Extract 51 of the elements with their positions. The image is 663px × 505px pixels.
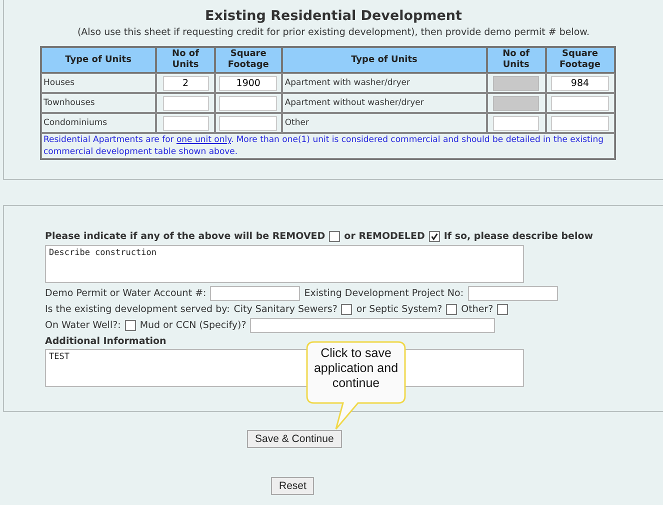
option-label: Other? [461,304,494,315]
units-field[interactable]: 2 [162,76,209,90]
table-cell: Houses [40,73,156,93]
square-footage-field[interactable] [219,96,278,110]
project-number-field[interactable] [468,286,558,301]
mud-field[interactable] [250,318,496,333]
checkbox[interactable] [341,304,352,315]
demo-permit-field[interactable] [210,286,300,301]
checkbox[interactable] [124,320,136,331]
removal-label: Please indicate if any of the above will be REMOVED [45,231,326,242]
checkbox[interactable] [497,304,508,315]
table-cell: Townhouses [40,93,156,113]
section-subtitle: (Also use this sheet if requesting credit for prior existing development), then provide demo permit # below. [77,27,590,38]
option-label: or Septic System? [356,304,442,315]
column-header: No of Units [486,47,546,73]
option-label: City Sanitary Sewers? [234,304,338,315]
column-header: Square Footage [546,47,614,73]
mud-label: Mud or CCN (Specify)? [140,320,246,331]
description-field[interactable]: Describe construction [45,245,524,283]
note-text: Residential Apartments are for one unit only. More than one(1) unit is considered commercial and should be detailed in the existing commercial development table shown above. [40,133,614,159]
units-field[interactable] [162,116,209,130]
note-link[interactable]: one unit only [176,135,231,145]
remodeled-label: or REMODELED [344,231,425,242]
square-footage-field[interactable] [219,116,278,130]
demo-permit-label: Demo Permit or Water Account #: [45,288,206,299]
reset-button[interactable]: Reset [271,477,314,495]
column-header: Type of Units [282,47,487,73]
column-header: Square Footage [214,47,282,73]
project-number-label: Existing Development Project No: [304,288,464,299]
column-header: Type of Units [40,47,156,73]
table-cell: Condominiums [40,113,156,133]
square-footage-field[interactable]: 1900 [219,76,278,90]
square-footage-field[interactable] [551,96,609,110]
save-continue-button[interactable]: Save & Continue [247,430,342,448]
checkbox[interactable] [446,304,458,315]
tooltip: Click to save application and continue [306,341,406,431]
table-cell: Apartment without washer/dryer [282,93,487,113]
units-field[interactable] [162,96,209,110]
instruction-label: If so, please describe below [444,231,594,242]
water-well-label: On Water Well?: [45,320,121,331]
additional-label: Additional Information [45,336,168,347]
table-cell: Other [282,113,487,133]
square-footage-field[interactable] [551,116,609,130]
section-title: Existing Residential Development [205,8,462,24]
checkbox[interactable] [329,231,340,242]
square-footage-field[interactable]: 984 [551,76,609,90]
served-label: Is the existing development served by: [45,304,230,315]
units-field[interactable] [493,116,540,130]
checkbox[interactable] [428,231,440,242]
table-cell: Apartment with washer/dryer [282,73,487,93]
column-header: No of Units [156,47,215,73]
